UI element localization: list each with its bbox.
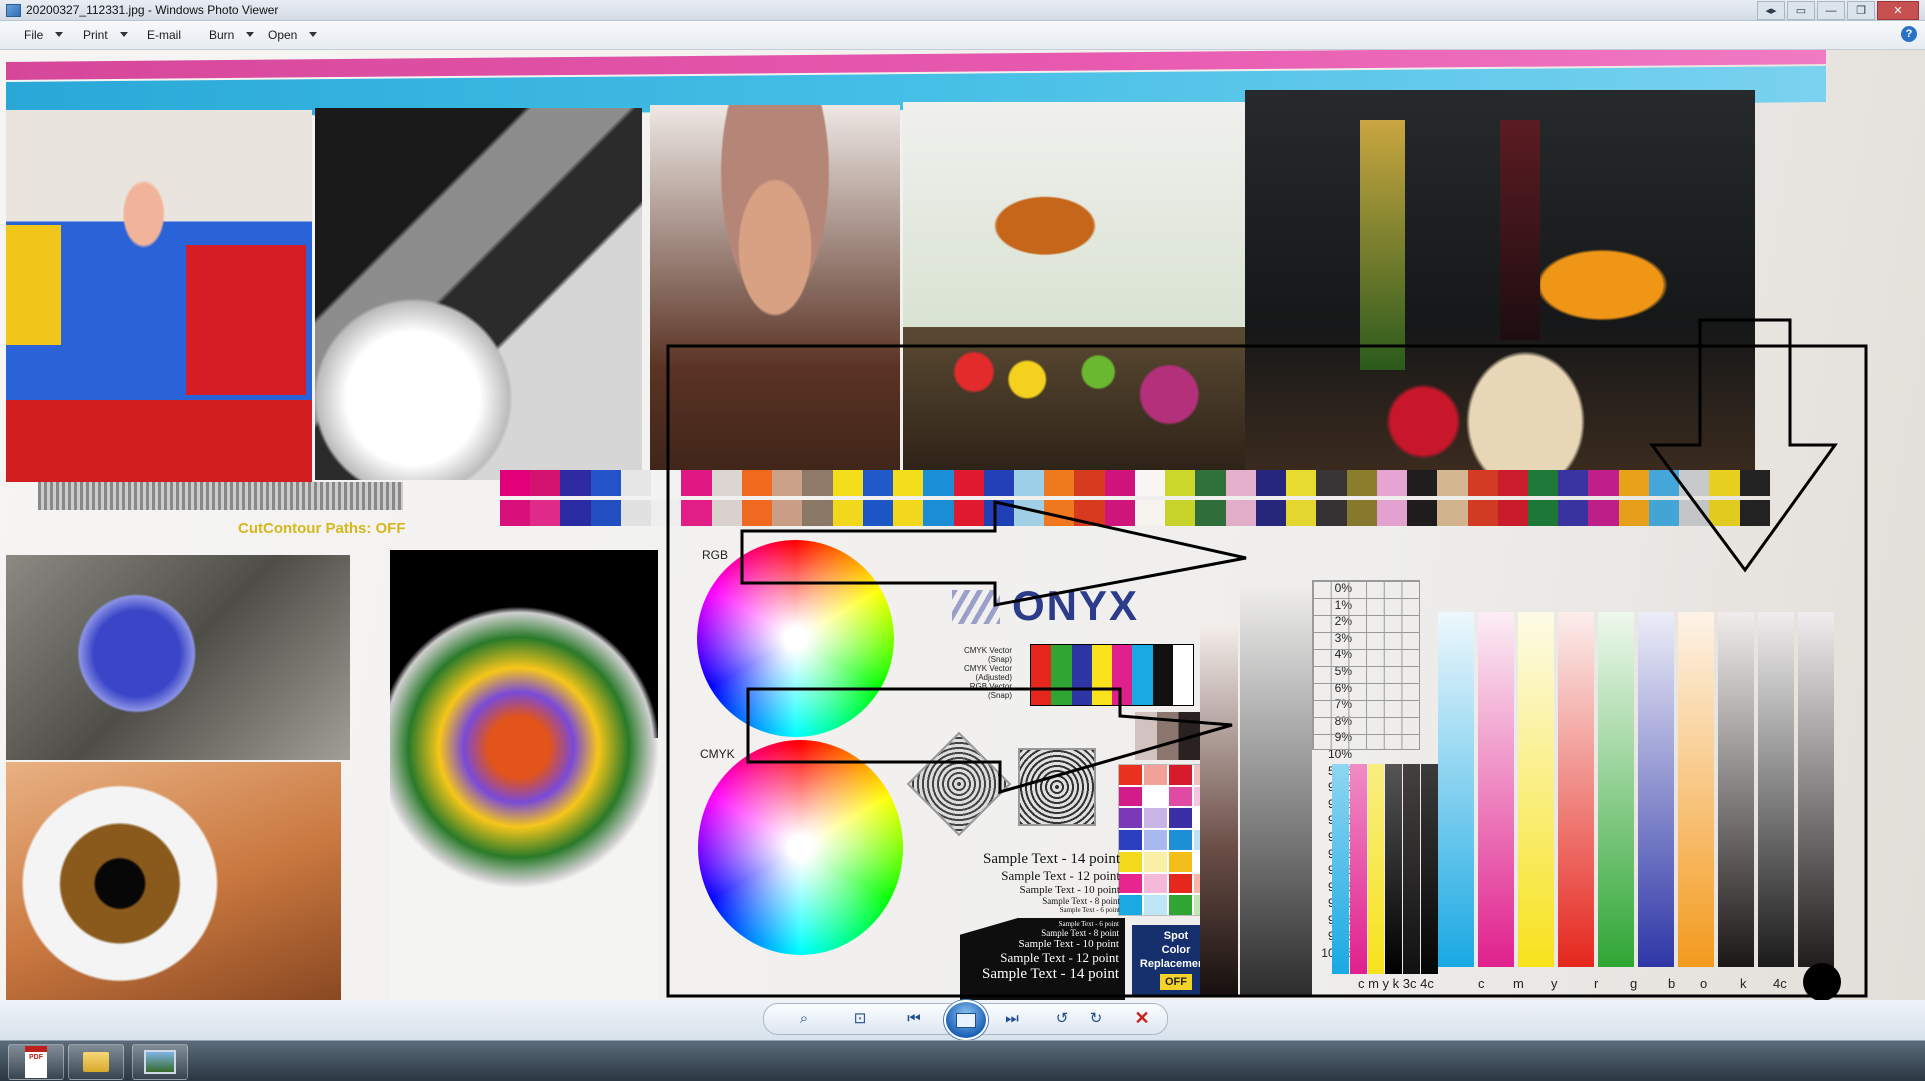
onyx-logo: ONYX	[1012, 582, 1140, 629]
folder-icon	[83, 1052, 109, 1072]
resolution-square-target	[1018, 748, 1096, 826]
close-button[interactable]: ✕	[1877, 1, 1919, 20]
sweater-woman-image	[6, 110, 312, 482]
chevron-down-icon	[246, 32, 255, 37]
color-ramps	[1438, 612, 1834, 967]
window-title: 20200327_112331.jpg - Windows Photo View…	[26, 3, 279, 17]
taskbar-photo-viewer[interactable]	[132, 1044, 188, 1080]
channel-label-c: c	[1478, 976, 1485, 991]
menu-print[interactable]: Print	[83, 28, 128, 42]
next-icon[interactable]: ⏭	[998, 1006, 1026, 1030]
window-controls: ◂▸ ▭ — ❐ ✕	[1757, 1, 1919, 20]
maximize-button[interactable]: ❐	[1847, 1, 1875, 20]
spot-replacement-state: OFF	[1160, 974, 1192, 990]
violin-still-life-image	[903, 102, 1258, 327]
taskbar-file-explorer[interactable]	[68, 1044, 124, 1080]
delete-icon[interactable]: ✕	[1128, 1006, 1156, 1030]
blue-shell-image	[6, 555, 350, 760]
chevron-down-icon	[119, 32, 128, 37]
photo-viewer-app-icon	[6, 4, 21, 17]
minimize-to-tray-icon[interactable]: ▭	[1787, 1, 1815, 20]
cmyk-label: CMYK	[700, 747, 735, 761]
channel-label-r: r	[1594, 976, 1599, 991]
pdf-icon: PDF	[25, 1046, 47, 1078]
channel-label-b: b	[1668, 976, 1676, 991]
sample-text-inverse-block: Sample Text - 6 point Sample Text - 8 po…	[960, 918, 1125, 1000]
rgb-color-wheel	[697, 540, 894, 737]
menu-open[interactable]: Open	[268, 28, 318, 42]
help-icon[interactable]: ?	[1901, 26, 1917, 42]
previous-icon[interactable]: ⏮	[900, 1006, 928, 1030]
cut-contour-label: CutContour Paths: OFF	[238, 520, 406, 537]
pantone-solid-swatches	[500, 470, 1770, 496]
minimize-button[interactable]: —	[1817, 1, 1845, 20]
sample-text-block: Sample Text - 14 point Sample Text - 12 …	[983, 851, 1120, 914]
cmyk-high-percent-ramp	[1332, 764, 1438, 974]
magnifier-icon[interactable]: ⌕	[790, 1006, 818, 1030]
beret-woman-image	[650, 105, 900, 480]
eye-closeup-image	[6, 762, 341, 1000]
golf-club-image	[315, 108, 642, 480]
slideshow-icon[interactable]	[944, 1000, 988, 1040]
channel-label-y: y	[1551, 976, 1558, 991]
neutral-gray-ramp	[1240, 585, 1312, 997]
wine-cheese-image	[1245, 90, 1755, 480]
onyx-logo-mark	[952, 590, 1000, 624]
channel-labels-left: c m y k 3c 4c	[1358, 976, 1434, 991]
restore-icon[interactable]: ◂▸	[1757, 1, 1785, 20]
rotate-right-icon[interactable]: ↻	[1082, 1006, 1110, 1030]
photo-icon	[144, 1050, 176, 1074]
chevron-down-icon	[55, 32, 64, 37]
channel-label-g: g	[1630, 976, 1638, 991]
test-print-photo: CutContour Paths: OFF ONYX RGB CMYK CMYK…	[0, 50, 1925, 1000]
viewer-toolbar: ⌕ ⊡ ⏮ ⏭ ↺ ↻ ✕	[0, 1000, 1925, 1040]
low-percent-grid	[1312, 580, 1420, 750]
registration-dot	[1803, 963, 1841, 1000]
channel-label-4c: 4c	[1773, 976, 1787, 991]
vector-color-bars	[1030, 644, 1194, 706]
resolution-diamond-target	[906, 731, 1012, 837]
photo-view: CutContour Paths: OFF ONYX RGB CMYK CMYK…	[0, 50, 1925, 1000]
menu-bar: File Print E-mail Burn Open ?	[0, 21, 1925, 50]
cmyk-color-wheel	[698, 740, 903, 955]
menu-burn[interactable]: Burn	[209, 28, 255, 42]
pantone-process-swatches	[500, 500, 1770, 526]
rotate-left-icon[interactable]: ↺	[1048, 1006, 1076, 1030]
channel-label-k: k	[1740, 976, 1747, 991]
fruit-basket-image	[903, 327, 1258, 477]
channel-label-o: o	[1700, 976, 1708, 991]
menu-email[interactable]: E-mail	[147, 28, 181, 42]
warm-gray-ramp	[1200, 622, 1238, 997]
title-bar: 20200327_112331.jpg - Windows Photo View…	[0, 0, 1925, 21]
chevron-down-icon	[309, 32, 318, 37]
neutral-blocks	[1135, 712, 1201, 760]
actual-size-icon[interactable]: ⊡	[846, 1006, 874, 1030]
menu-file[interactable]: File	[24, 28, 64, 42]
resolution-strips	[38, 482, 403, 510]
taskbar: PDF	[0, 1040, 1925, 1081]
channel-label-m: m	[1513, 976, 1524, 991]
flower-bowl-image	[390, 550, 658, 1000]
taskbar-pdf-app[interactable]: PDF	[8, 1044, 64, 1080]
rgb-label: RGB	[702, 548, 729, 562]
vector-labels: CMYK Vector (Snap) CMYK Vector (Adjusted…	[963, 646, 1012, 700]
